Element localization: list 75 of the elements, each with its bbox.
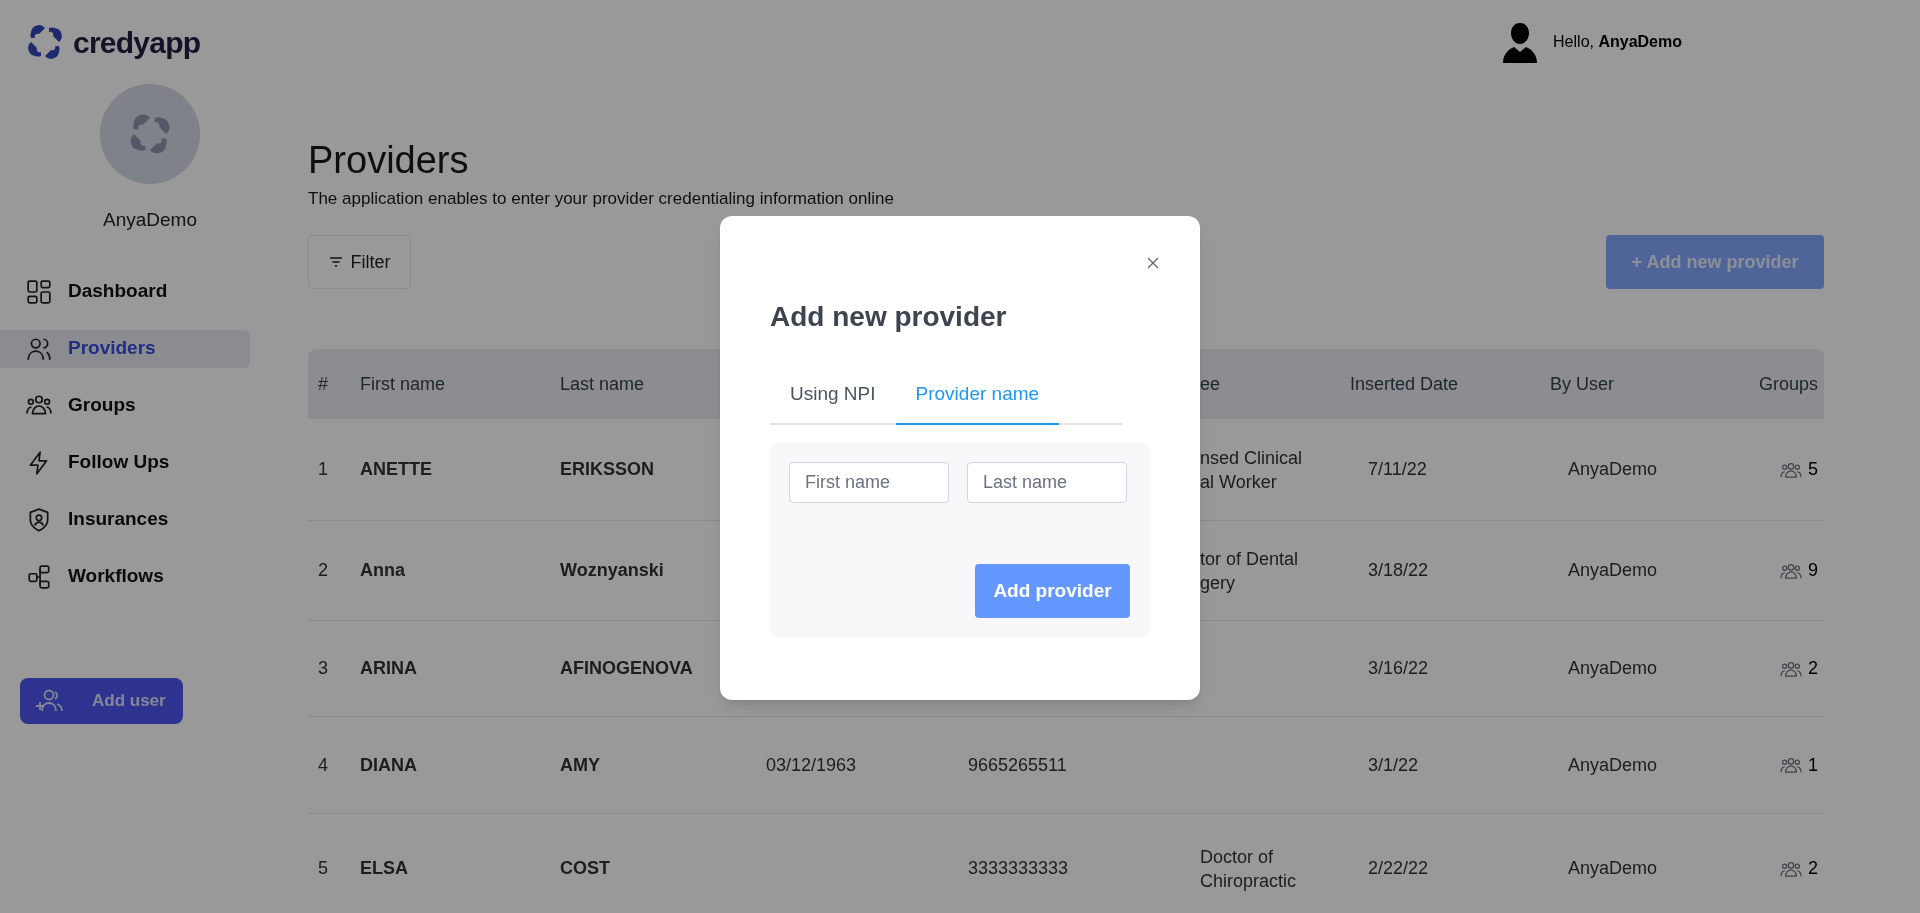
group-icon bbox=[1780, 659, 1802, 678]
greeting-text: Hello, AnyaDemo bbox=[1553, 32, 1682, 52]
sidebar-item[interactable]: Groups bbox=[0, 386, 250, 425]
table-cell: 3333333333 bbox=[968, 858, 1069, 878]
table-cell-text: 4 bbox=[317, 754, 328, 775]
workflow-icon bbox=[26, 563, 52, 590]
page-title: Providers bbox=[308, 138, 470, 182]
table-cell: AFINOGENOVA bbox=[560, 658, 693, 678]
column-header: Last name bbox=[560, 373, 645, 394]
table-cell-text: 7/11/22 bbox=[1367, 459, 1427, 479]
table-cell-text: AnyaDemo bbox=[1567, 560, 1658, 580]
table-cell-text: 1 bbox=[317, 459, 328, 479]
user-name: AnyaDemo bbox=[103, 208, 197, 232]
column-header: Groups bbox=[1757, 372, 1819, 396]
logo-icon bbox=[25, 22, 65, 62]
table-cell-text: Chiropractic bbox=[1200, 869, 1298, 893]
table-cell: 9665265511 bbox=[968, 754, 1067, 775]
shield-user-icon bbox=[26, 506, 52, 533]
table-cell: ANETTE bbox=[360, 459, 432, 479]
group-count: 5 bbox=[1808, 458, 1818, 481]
group-count: 9 bbox=[1808, 559, 1818, 582]
filter-icon bbox=[328, 256, 343, 268]
table-cell-text: AnyaDemo bbox=[1567, 858, 1658, 878]
page-subtitle: The application enables to enter your provider credentialing information online bbox=[308, 188, 895, 210]
dialog-tab[interactable]: Using NPI bbox=[770, 380, 896, 425]
column-header: Inserted Date bbox=[1350, 373, 1459, 394]
column-header: ee bbox=[1200, 373, 1221, 394]
column-header: By User bbox=[1550, 373, 1614, 394]
table-cell-text: AnyaDemo bbox=[1567, 459, 1658, 479]
table-cell-text: 2/22/22 bbox=[1367, 858, 1429, 878]
grid-icon bbox=[26, 278, 52, 305]
users-icon bbox=[26, 335, 52, 362]
table-cell: ARINA bbox=[360, 658, 417, 678]
table-cell: Anna bbox=[360, 560, 405, 580]
table-cell-text: al Worker bbox=[1200, 470, 1278, 494]
name-input-field[interactable]: First name bbox=[789, 462, 949, 503]
group-icon bbox=[1780, 756, 1802, 774]
table-cell-text: nsed Clinical bbox=[1200, 446, 1304, 470]
name-input-field[interactable]: Last name bbox=[967, 462, 1127, 503]
table-cell: ELSA bbox=[360, 858, 408, 878]
table-cell: COST bbox=[560, 858, 610, 878]
sidebar-item[interactable]: Providers bbox=[0, 329, 250, 368]
group-icon bbox=[1780, 460, 1802, 479]
group-icon bbox=[1780, 859, 1802, 878]
sidebar-item[interactable]: Workflows bbox=[0, 557, 250, 596]
logo-text: credyapp bbox=[73, 24, 201, 61]
sidebar-item[interactable]: Dashboard bbox=[0, 272, 250, 311]
table-cell-text: tor of Dental bbox=[1200, 547, 1300, 571]
table-cell-text: gery bbox=[1200, 571, 1236, 595]
table-cell-text: 3 bbox=[317, 658, 328, 678]
table-cell-text: 3/16/22 bbox=[1367, 658, 1429, 678]
table-cell-text: 3/1/22 bbox=[1367, 754, 1419, 775]
add-users-icon bbox=[36, 687, 64, 714]
column-header: First name bbox=[360, 373, 446, 394]
group-icon bbox=[1780, 561, 1802, 580]
close-icon[interactable] bbox=[1147, 257, 1159, 269]
table-cell: ERIKSSON bbox=[560, 459, 655, 479]
table-cell-text: 5 bbox=[317, 858, 328, 878]
group-count: 2 bbox=[1808, 857, 1818, 880]
table-cell-text: AnyaDemo bbox=[1567, 754, 1658, 775]
table-cell-text: Doctor of bbox=[1200, 845, 1275, 869]
table-cell: DIANA bbox=[360, 754, 417, 775]
column-header: # bbox=[317, 373, 328, 394]
group-count: 2 bbox=[1808, 657, 1818, 680]
dialog-title: Add new provider bbox=[770, 300, 1007, 334]
table-cell: AMY bbox=[560, 754, 600, 775]
sidebar-item[interactable]: Insurances bbox=[0, 500, 250, 539]
table-cell-text: 3/18/22 bbox=[1367, 560, 1429, 580]
table-cell-text: AnyaDemo bbox=[1567, 658, 1658, 678]
filter-button[interactable]: Filter bbox=[308, 235, 411, 289]
table-cell-text: 2 bbox=[317, 560, 328, 580]
group-count: 1 bbox=[1808, 753, 1818, 777]
table-cell: 03/12/1963 bbox=[766, 754, 857, 775]
sidebar-item[interactable]: Follow Ups bbox=[0, 443, 250, 482]
table-cell: Woznyanski bbox=[560, 560, 664, 580]
